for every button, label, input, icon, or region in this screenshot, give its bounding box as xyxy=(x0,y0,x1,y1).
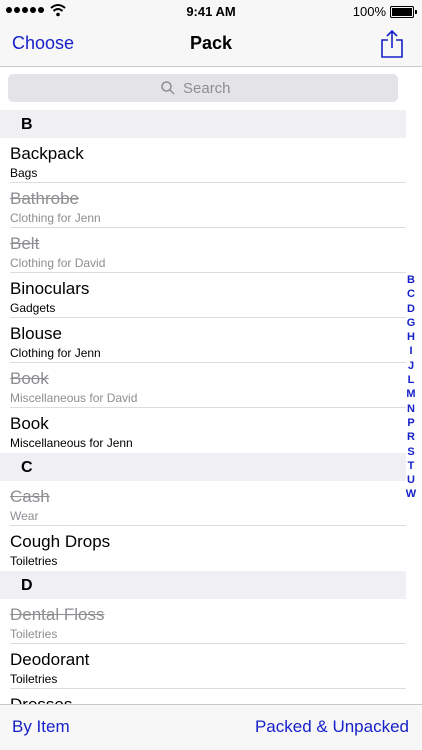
item-title: Cash xyxy=(10,487,50,506)
list-item[interactable]: Book Miscellaneous for David xyxy=(0,363,406,408)
index-letter-m[interactable]: M xyxy=(406,387,415,401)
index-letter-h[interactable]: H xyxy=(407,330,415,344)
index-letter-i[interactable]: I xyxy=(409,344,412,358)
index-letter-r[interactable]: R xyxy=(407,430,415,444)
list-item[interactable]: Belt Clothing for David xyxy=(0,228,406,273)
index-letter-d[interactable]: D xyxy=(407,302,415,316)
item-category: Clothing for Jenn xyxy=(10,346,101,360)
item-category: Wear xyxy=(10,509,39,523)
item-title: Dental Floss xyxy=(10,605,105,624)
index-letter-u[interactable]: U xyxy=(407,473,415,487)
index-letter-n[interactable]: N xyxy=(407,402,415,416)
item-category: Toiletries xyxy=(10,554,58,568)
search-bar xyxy=(0,67,406,109)
list-item[interactable]: Blouse Clothing for Jenn xyxy=(0,318,406,363)
choose-button[interactable]: Choose xyxy=(12,33,74,54)
item-category: Clothing for Jenn xyxy=(10,211,101,225)
item-title: Book xyxy=(10,414,49,433)
item-category: Gadgets xyxy=(10,301,56,315)
share-icon[interactable] xyxy=(380,29,404,59)
packed-unpacked-button[interactable]: Packed & Unpacked xyxy=(255,717,409,737)
item-title: Binoculars xyxy=(10,279,90,298)
section-header-c: C xyxy=(0,453,406,481)
list-item[interactable]: Cough Drops Toiletries xyxy=(0,526,406,571)
item-title: Blouse xyxy=(10,324,62,343)
index-letter-j[interactable]: J xyxy=(408,359,414,373)
index-letter-s[interactable]: S xyxy=(407,445,414,459)
item-title: Bathrobe xyxy=(10,189,79,208)
section-index[interactable]: BCDGHIJLMNPRSTUW xyxy=(404,273,418,502)
by-item-button[interactable]: By Item xyxy=(12,717,70,737)
item-title: Cough Drops xyxy=(10,532,111,551)
search-input[interactable] xyxy=(181,78,245,98)
section-header-b: B xyxy=(0,110,406,138)
item-category: Clothing for David xyxy=(10,256,106,270)
item-category: Bags xyxy=(10,166,38,180)
section-header-d: D xyxy=(0,571,406,599)
list-item[interactable]: Binoculars Gadgets xyxy=(0,273,406,318)
search-field[interactable] xyxy=(8,74,398,102)
item-category: Toiletries xyxy=(10,672,58,686)
item-title: Dresses xyxy=(10,695,72,704)
index-letter-c[interactable]: C xyxy=(407,287,415,301)
battery-percentage: 100% xyxy=(352,4,386,19)
item-category: Miscellaneous for David xyxy=(10,391,138,405)
item-title: Deodorant xyxy=(10,650,90,669)
bottom-toolbar: By Item Packed & Unpacked xyxy=(0,704,422,750)
index-letter-g[interactable]: G xyxy=(407,316,416,330)
item-list: B Backpack Bags Bathrobe Clothing for Jenn Be… xyxy=(0,110,406,704)
list-item[interactable]: Backpack Bags xyxy=(0,138,406,183)
index-letter-w[interactable]: W xyxy=(406,487,416,501)
list-item[interactable]: Deodorant Toiletries xyxy=(0,644,406,689)
item-category: Toiletries xyxy=(10,627,58,641)
battery-icon xyxy=(390,6,417,18)
item-category: Miscellaneous for Jenn xyxy=(10,436,133,450)
list-item[interactable]: Book Miscellaneous for Jenn xyxy=(0,408,406,453)
list-item[interactable]: Bathrobe Clothing for Jenn xyxy=(0,183,406,228)
index-letter-b[interactable]: B xyxy=(407,273,415,287)
index-letter-l[interactable]: L xyxy=(408,373,415,387)
index-letter-p[interactable]: P xyxy=(407,416,414,430)
list-item[interactable]: Dental Floss Toiletries xyxy=(0,599,406,644)
status-bar: 9:41 AM 100% xyxy=(0,0,422,22)
navigation-bar: Choose Pack xyxy=(0,22,422,67)
item-title: Book xyxy=(10,369,49,388)
item-title: Belt xyxy=(10,234,40,253)
list-item[interactable]: Cash Wear xyxy=(0,481,406,526)
item-title: Backpack xyxy=(10,144,84,163)
list-item[interactable]: Dresses xyxy=(0,689,406,704)
index-letter-t[interactable]: T xyxy=(408,459,415,473)
search-icon xyxy=(161,81,175,95)
